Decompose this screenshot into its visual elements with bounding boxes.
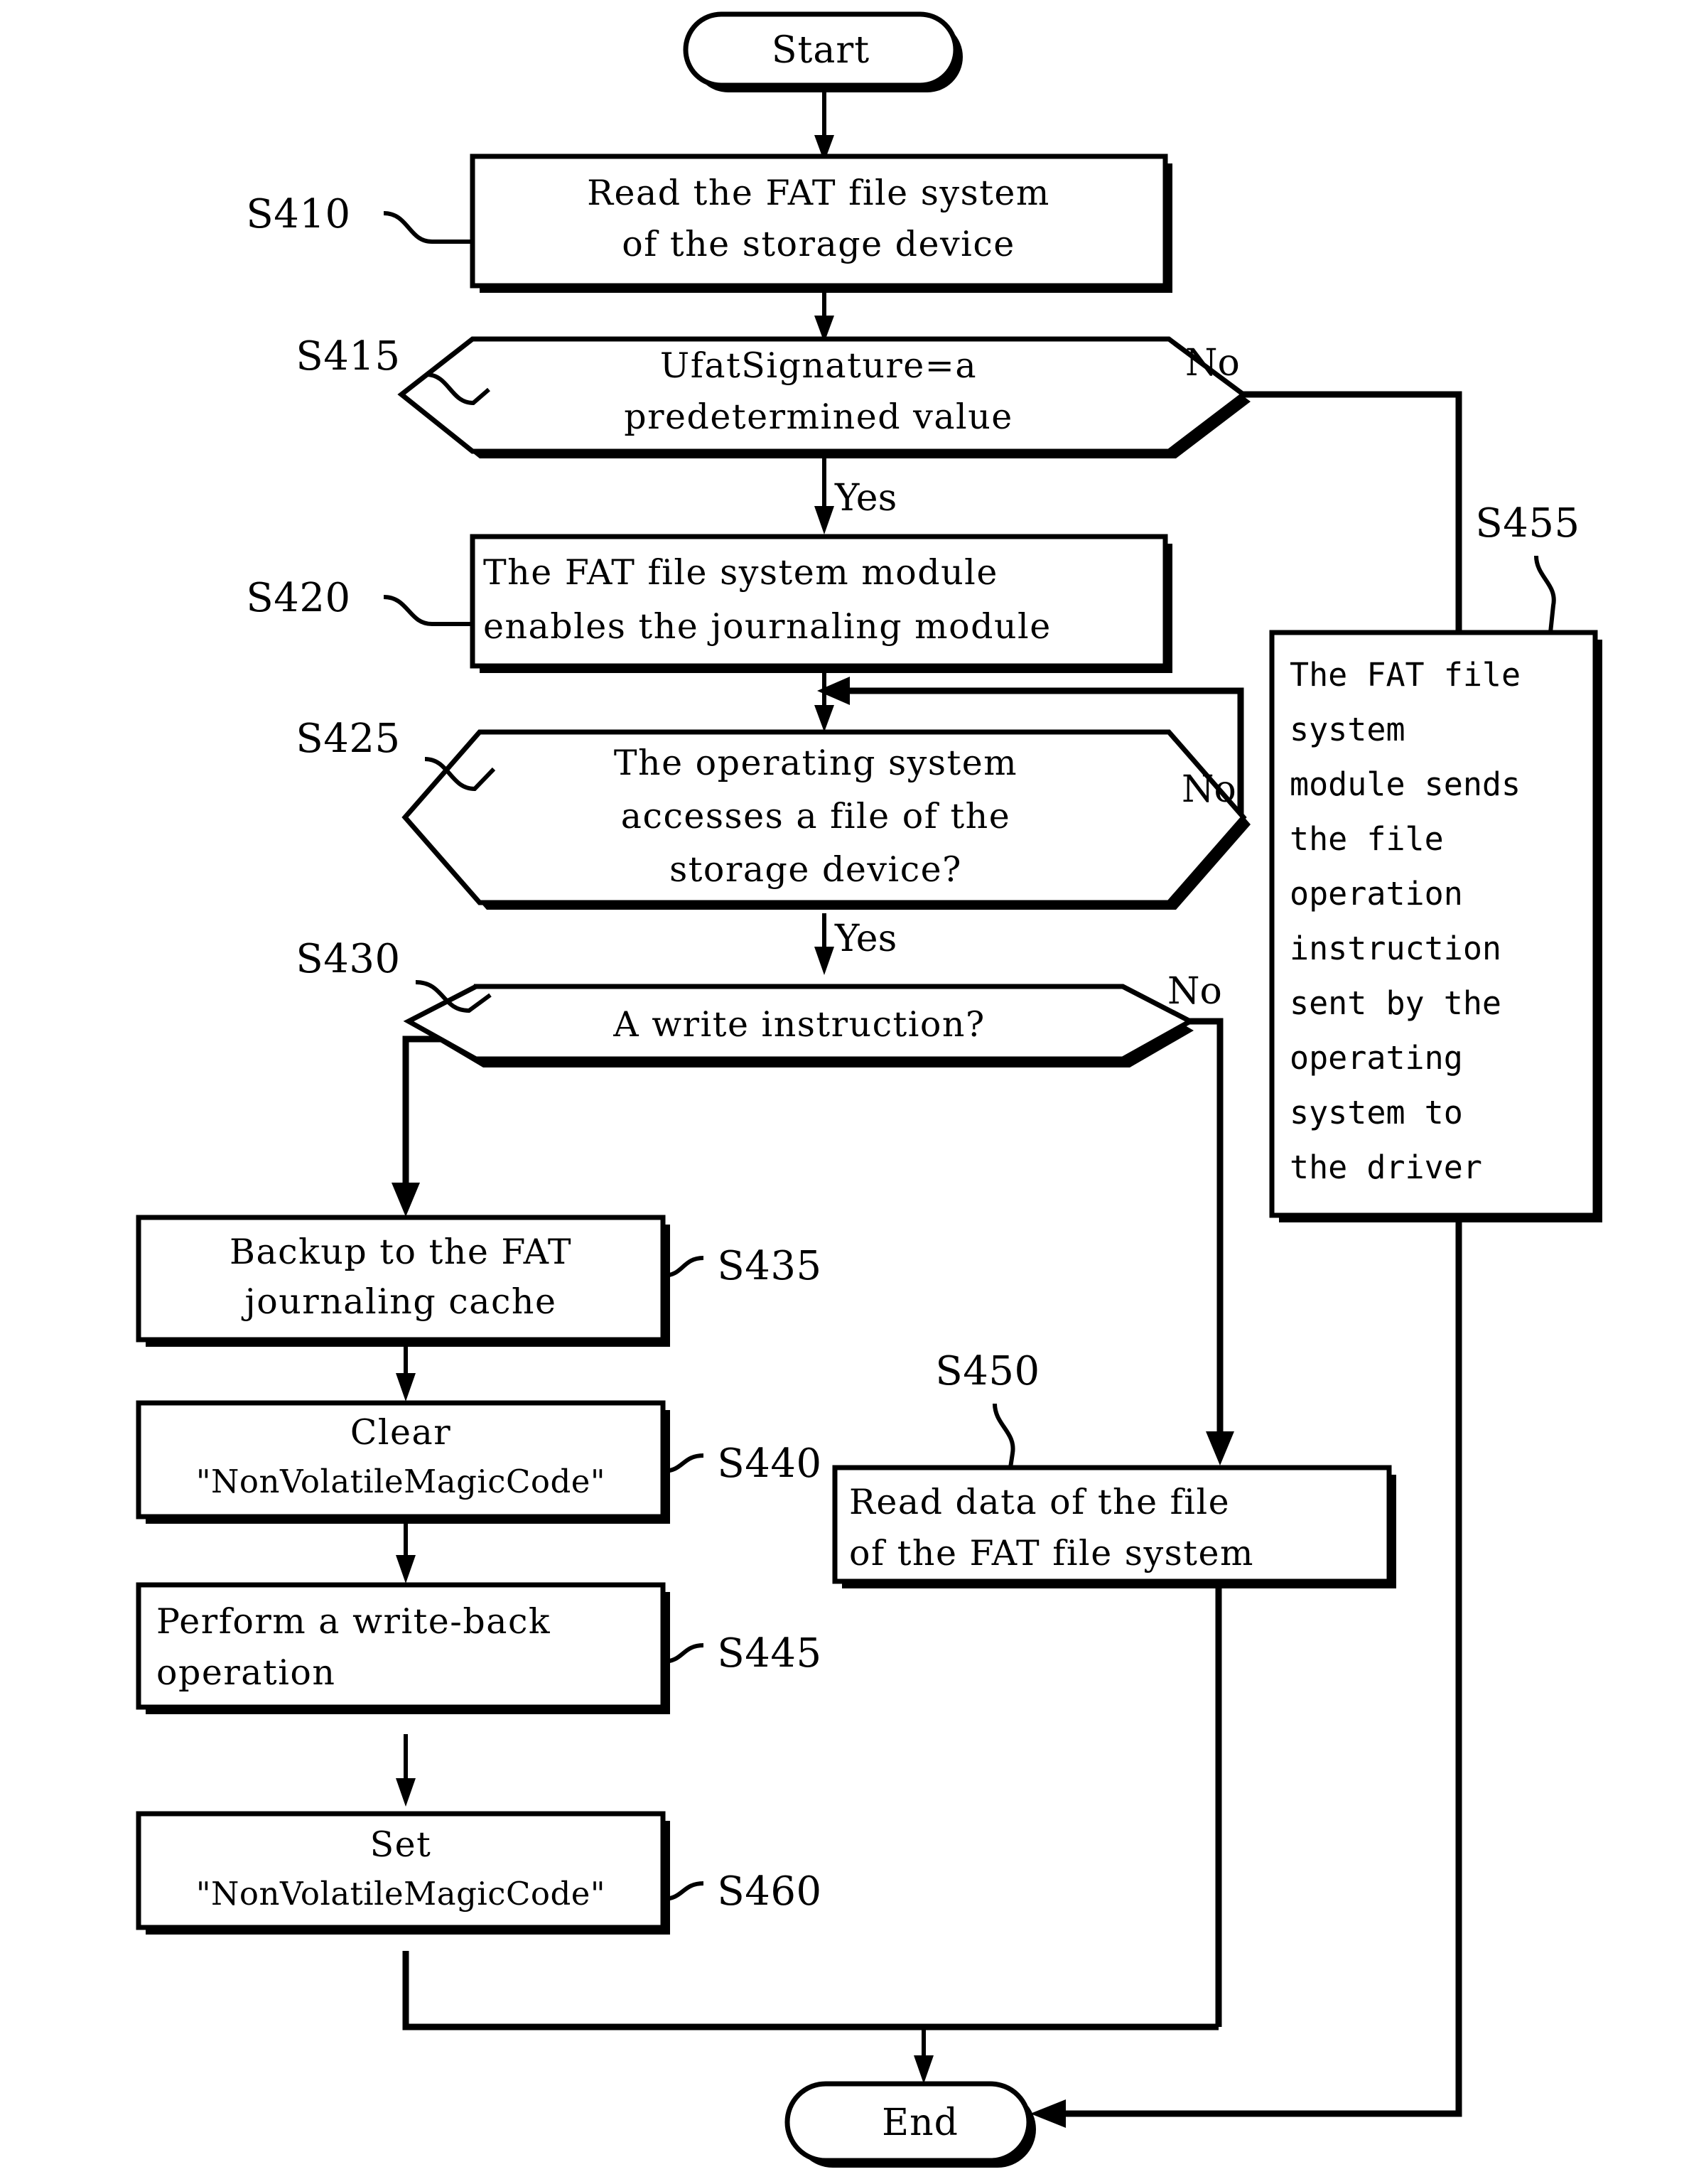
node-s435: Backup to the FAT journaling cache	[136, 1215, 670, 1347]
connector-s430-yes-to-s435	[392, 1035, 469, 1217]
node-s460: Set "NonVolatileMagicCode"	[136, 1811, 670, 1935]
connector-s440-to-s445	[396, 1515, 416, 1583]
node-s455-line2: system	[1290, 711, 1405, 748]
node-start-label: Start	[772, 29, 870, 72]
node-s430-line1: A write instruction?	[612, 1004, 985, 1045]
node-s450: Read data of the file of the FAT file sy…	[832, 1465, 1396, 1588]
node-end: End	[784, 2081, 1036, 2168]
steplabel-s410: S410	[246, 191, 350, 237]
branch-label-s415-yes: Yes	[834, 477, 897, 520]
steplabel-s440: S440	[717, 1441, 821, 1487]
node-s455-line10: the driver	[1290, 1149, 1482, 1186]
node-start: Start	[683, 11, 963, 92]
connector-start-to-s410	[814, 87, 834, 162]
connector-s425-yes-to-s430	[814, 913, 834, 975]
connector-bus-to-end	[914, 2023, 1219, 2084]
node-s425-line1: The operating system	[614, 743, 1018, 783]
node-s415-line2: predetermined value	[624, 397, 1013, 437]
node-s455-line7: sent by the	[1290, 984, 1501, 1022]
flowchart-page: Start Read the FAT file system of the st…	[0, 0, 1684, 2184]
node-s435-line1: Backup to the FAT	[230, 1232, 572, 1272]
flowchart-canvas: Start Read the FAT file system of the st…	[136, 11, 1602, 2168]
connector-s415-yes-to-s420	[814, 456, 834, 534]
steplabel-s415: S415	[296, 333, 400, 380]
steplabel-s445: S445	[717, 1630, 821, 1677]
node-s425-line2: accesses a file of the	[621, 796, 1010, 837]
steplabel-s435: S435	[717, 1243, 821, 1289]
node-s460-line2: "NonVolatileMagicCode"	[196, 1875, 605, 1913]
node-s450-line2: of the FAT file system	[849, 1533, 1254, 1574]
branch-label-s425-yes: Yes	[834, 918, 897, 960]
node-s425: The operating system accesses a file of …	[401, 729, 1251, 910]
connector-s410-to-s415	[814, 284, 834, 343]
node-s420-line1: The FAT file system module	[483, 552, 998, 593]
node-end-label: End	[882, 2102, 959, 2144]
steplabel-s420: S420	[246, 575, 350, 621]
steplabel-s430: S430	[296, 936, 400, 982]
steplabel-s425: S425	[296, 716, 400, 762]
steplabel-s410-group: S410	[246, 191, 473, 244]
node-s410: Read the FAT file system of the storage …	[470, 154, 1172, 293]
node-s445: Perform a write-back operation	[136, 1582, 670, 1714]
node-s430: A write instruction?	[403, 984, 1196, 1067]
connector-s460-to-end	[402, 1951, 924, 2030]
steplabel-s435-group: S435	[662, 1243, 821, 1289]
node-s455-line8: operating	[1290, 1039, 1463, 1077]
node-s455-line9: system to	[1290, 1094, 1463, 1131]
node-s445-line1: Perform a write-back	[156, 1601, 551, 1642]
connector-s430-no-to-s450	[1183, 1018, 1234, 1465]
node-s455-line5: operation	[1290, 875, 1463, 913]
node-s410-line1: Read the FAT file system	[587, 173, 1050, 213]
connector-s445-to-s460	[396, 1734, 416, 1807]
connector-s420-to-s425	[814, 665, 834, 732]
steplabel-s450-group: S450	[935, 1348, 1040, 1468]
node-s450-line1: Read data of the file	[849, 1482, 1230, 1522]
steplabel-s445-group: S445	[662, 1630, 821, 1677]
node-s460-line1: Set	[370, 1824, 432, 1865]
node-s415-line1: UfatSignature=a	[660, 345, 977, 386]
node-s440: Clear "NonVolatileMagicCode"	[136, 1400, 670, 1524]
branch-label-s430-no: No	[1167, 970, 1222, 1013]
node-s440-line1: Clear	[350, 1412, 451, 1453]
steplabel-s460: S460	[717, 1868, 821, 1915]
steplabel-s455: S455	[1475, 500, 1580, 547]
node-s440-line2: "NonVolatileMagicCode"	[196, 1463, 605, 1500]
node-s455: The FAT file system module sends the fil…	[1269, 630, 1602, 1222]
steplabel-s420-group: S420	[246, 575, 473, 626]
node-s415: UfatSignature=a predetermined value	[397, 336, 1251, 458]
node-s420-line2: enables the journaling module	[483, 606, 1052, 647]
node-s425-line3: storage device?	[669, 849, 962, 890]
node-s420: The FAT file system module enables the j…	[470, 534, 1172, 673]
steplabel-s450: S450	[935, 1348, 1040, 1394]
node-s455-line6: instruction	[1290, 930, 1501, 967]
branch-label-s415-no: No	[1185, 342, 1240, 384]
connector-s435-to-s440	[396, 1342, 416, 1402]
steplabel-s460-group: S460	[662, 1868, 821, 1915]
node-s445-line2: operation	[156, 1652, 335, 1693]
branch-label-s425-no: No	[1182, 768, 1236, 811]
steplabel-s455-group: S455	[1475, 500, 1580, 633]
node-s455-line3: module sends	[1290, 765, 1521, 803]
node-s455-line1: The FAT file	[1290, 656, 1521, 694]
node-s435-line2: journaling cache	[242, 1281, 557, 1322]
node-s410-line2: of the storage device	[622, 224, 1015, 264]
steplabel-s440-group: S440	[662, 1441, 821, 1487]
node-s455-line4: the file	[1290, 820, 1444, 858]
